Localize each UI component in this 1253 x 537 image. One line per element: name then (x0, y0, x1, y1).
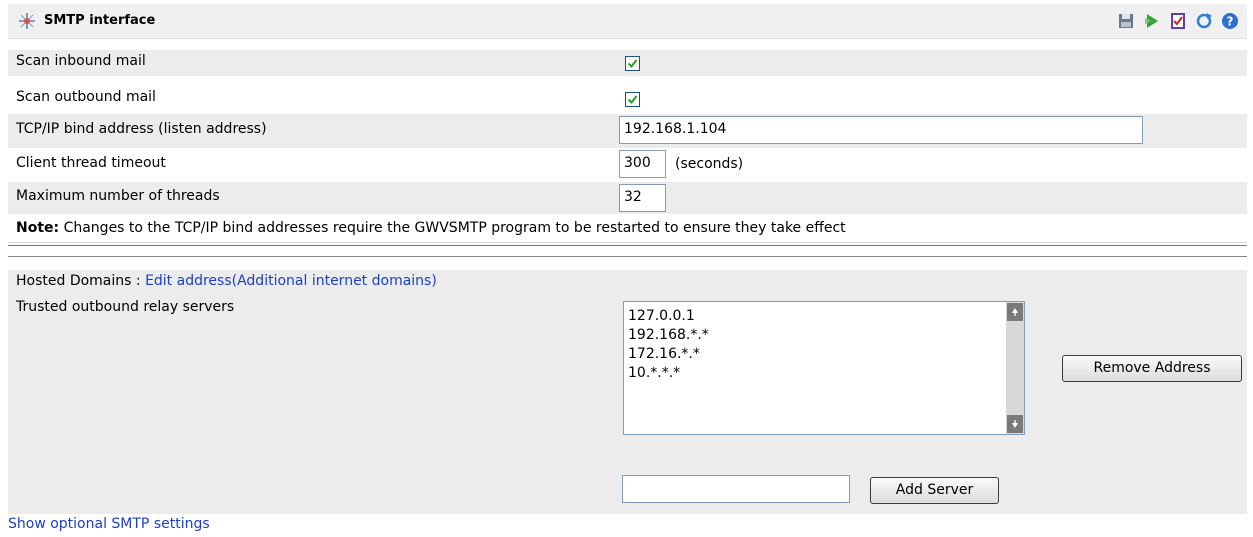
help-icon[interactable]: ? (1221, 12, 1239, 30)
panel-titlebar: SMTP interface ? (8, 4, 1247, 39)
relay-servers-items: 127.0.0.1 192.168.*.* 172.16.*.* 10.*.*.… (628, 307, 709, 383)
show-optional-settings-link[interactable]: Show optional SMTP settings (8, 516, 210, 532)
scroll-up-icon[interactable] (1007, 303, 1023, 321)
network-icon (18, 12, 36, 30)
scan-outbound-row: Scan outbound mail (8, 86, 1247, 112)
remove-address-button[interactable]: Remove Address (1062, 355, 1242, 382)
thread-timeout-input[interactable]: 300 (619, 150, 666, 178)
hosted-domains-row: Hosted Domains : Edit address(Additional… (8, 270, 1247, 296)
smtp-panel: SMTP interface ? Scan inbound mail Scan … (8, 4, 1247, 514)
scroll-down-icon[interactable] (1007, 415, 1023, 433)
bind-address-label: TCP/IP bind address (listen address) (16, 121, 267, 137)
svg-text:?: ? (1227, 15, 1234, 29)
list-item[interactable]: 172.16.*.* (628, 345, 709, 364)
max-threads-label: Maximum number of threads (16, 188, 220, 204)
note-prefix: Note: (16, 220, 60, 236)
add-server-input[interactable] (622, 475, 850, 503)
thread-timeout-row: Client thread timeout 300 (seconds) (8, 148, 1247, 182)
max-threads-row: Maximum number of threads 32 (8, 182, 1247, 214)
max-threads-input[interactable]: 32 (619, 184, 666, 212)
note-body: Changes to the TCP/IP bind addresses req… (59, 220, 846, 236)
run-icon[interactable] (1143, 12, 1161, 30)
note-row: Note: Changes to the TCP/IP bind address… (8, 216, 1247, 242)
edit-address-link[interactable]: Edit address(Additional internet domains… (145, 273, 437, 289)
bind-address-input[interactable]: 192.168.1.104 (619, 116, 1143, 144)
thread-timeout-label: Client thread timeout (16, 155, 166, 171)
scan-inbound-label: Scan inbound mail (16, 53, 146, 69)
list-scrollbar[interactable] (1006, 302, 1024, 434)
relay-servers-list[interactable]: 127.0.0.1 192.168.*.* 172.16.*.* 10.*.*.… (623, 301, 1025, 435)
note-text: Note: Changes to the TCP/IP bind address… (16, 220, 846, 236)
thread-timeout-unit: (seconds) (675, 156, 744, 172)
hosted-domains-text: Hosted Domains : Edit address(Additional… (16, 273, 437, 289)
scan-inbound-checkbox[interactable] (625, 56, 640, 71)
list-item[interactable]: 127.0.0.1 (628, 307, 709, 326)
hosted-domains-label: Hosted Domains : (16, 273, 146, 289)
section-divider-line (8, 256, 1247, 257)
scan-inbound-row: Scan inbound mail (8, 50, 1247, 76)
panel-toolbar: ? (1117, 12, 1239, 32)
panel-title: SMTP interface (44, 13, 156, 28)
list-item[interactable]: 192.168.*.* (628, 326, 709, 345)
refresh-icon[interactable] (1195, 12, 1213, 30)
list-item[interactable]: 10.*.*.* (628, 364, 709, 383)
add-server-button[interactable]: Add Server (870, 477, 999, 504)
bind-address-row: TCP/IP bind address (listen address) 192… (8, 114, 1247, 148)
scan-outbound-label: Scan outbound mail (16, 89, 156, 105)
section-divider (8, 242, 1247, 246)
save-icon[interactable] (1117, 12, 1135, 30)
checklist-icon[interactable] (1169, 12, 1187, 30)
relay-servers-label: Trusted outbound relay servers (16, 299, 235, 315)
scan-outbound-checkbox[interactable] (625, 92, 640, 107)
